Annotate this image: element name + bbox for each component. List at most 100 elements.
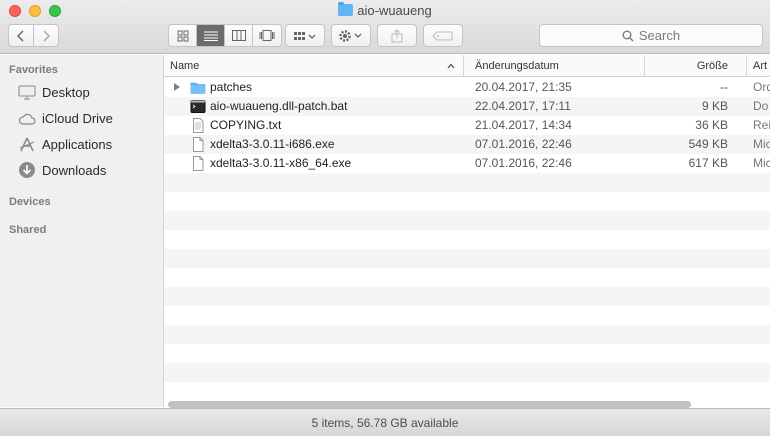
tag-icon (432, 31, 453, 40)
scrollbar-thumb[interactable] (168, 401, 691, 408)
empty-row (164, 192, 770, 211)
name-cell: xdelta3-3.0.11-i686.exe (164, 135, 464, 154)
file-kind: Do (753, 99, 769, 113)
file-list: Name Änderungsdatum Größe Art patches 20… (164, 55, 770, 407)
file-size: 9 KB (701, 99, 728, 113)
finder-window: aio-wuaueng Search Favorites Desktop iCl… (0, 0, 770, 436)
list-view-button[interactable] (197, 25, 225, 46)
file-name: xdelta3-3.0.11-x86_64.exe (210, 156, 352, 170)
file-kind: Rei (753, 118, 770, 132)
file-name: COPYING.txt (210, 118, 282, 132)
share-icon (391, 28, 403, 42)
empty-row (164, 287, 770, 306)
window-title: aio-wuaueng (0, 2, 770, 18)
tag-button[interactable] (423, 24, 463, 47)
sidebar-item-label: Applications (42, 136, 113, 152)
chevron-left-icon (17, 29, 24, 42)
name-cell: patches (164, 78, 464, 97)
column-header-date[interactable]: Änderungsdatum (469, 55, 645, 77)
empty-row (164, 382, 770, 401)
toolbar: aio-wuaueng Search (0, 0, 770, 54)
sidebar-item-downloads[interactable]: Downloads (17, 159, 106, 181)
empty-row (164, 363, 770, 382)
window-title-text: aio-wuaueng (357, 3, 432, 18)
empty-row (164, 268, 770, 287)
file-date: 07.01.2016, 22:46 (475, 137, 572, 151)
empty-row (164, 306, 770, 325)
file-kind: Ord (753, 80, 770, 94)
folder-icon (190, 82, 206, 94)
document-icon (193, 137, 204, 152)
file-rows: patches 20.04.2017, 21:35 -- Ord aio-wua… (164, 78, 770, 401)
file-row-xdelta-i686[interactable]: xdelta3-3.0.11-i686.exe 07.01.2016, 22:4… (164, 135, 770, 154)
gallery-view-button[interactable] (253, 25, 281, 46)
file-size: 549 KB (688, 137, 728, 151)
file-date: 22.04.2017, 17:11 (475, 99, 571, 113)
disclosure-triangle-icon[interactable] (174, 83, 180, 91)
empty-row (164, 249, 770, 268)
file-size: 617 KB (688, 156, 728, 170)
empty-row (164, 173, 770, 192)
column-header-label: Änderungsdatum (475, 60, 559, 72)
name-cell: xdelta3-3.0.11-x86_64.exe (164, 154, 464, 173)
search-field[interactable]: Search (539, 24, 763, 47)
forward-button[interactable] (33, 24, 59, 47)
sidebar-item-label: Desktop (42, 84, 90, 100)
grid-icon (177, 30, 188, 41)
sidebar-item-applications[interactable]: Applications (17, 133, 112, 155)
sidebar-item-icloud-drive[interactable]: iCloud Drive (17, 107, 113, 129)
gear-icon (339, 29, 362, 42)
file-name: xdelta3-3.0.11-i686.exe (210, 137, 335, 151)
list-icon (203, 31, 218, 41)
horizontal-scrollbar[interactable] (164, 400, 770, 408)
terminal-file-icon (190, 100, 206, 113)
search-placeholder: Search (638, 28, 681, 43)
sidebar-item-desktop[interactable]: Desktop (17, 81, 90, 103)
empty-row (164, 211, 770, 230)
column-header-size[interactable]: Größe (645, 55, 747, 77)
downloads-icon (17, 160, 37, 180)
file-row-xdelta-x86-64[interactable]: xdelta3-3.0.11-x86_64.exe 07.01.2016, 22… (164, 154, 770, 173)
list-header: Name Änderungsdatum Größe Art (164, 55, 770, 77)
file-row-bat[interactable]: aio-wuaueng.dll-patch.bat 22.04.2017, 17… (164, 97, 770, 116)
file-row-patches[interactable]: patches 20.04.2017, 21:35 -- Ord (164, 78, 770, 97)
back-button[interactable] (8, 24, 34, 47)
applications-icon (17, 134, 37, 154)
column-header-label: Größe (696, 60, 728, 72)
file-kind: Mic (753, 156, 770, 170)
document-icon (193, 156, 204, 171)
column-header-kind[interactable]: Art (747, 55, 770, 77)
name-cell: aio-wuaueng.dll-patch.bat (164, 97, 464, 116)
sidebar-section-shared: Shared (9, 224, 47, 236)
share-button[interactable] (377, 24, 417, 47)
text-file-icon (193, 118, 204, 133)
arrange-button[interactable] (285, 24, 325, 47)
file-date: 20.04.2017, 21:35 (475, 80, 572, 94)
sidebar-item-label: Downloads (42, 162, 107, 178)
column-header-name[interactable]: Name (164, 55, 464, 77)
cloud-icon (17, 108, 37, 128)
icon-view-button[interactable] (169, 25, 197, 46)
search-icon (622, 30, 634, 42)
file-date: 07.01.2016, 22:46 (475, 156, 572, 170)
sort-ascending-icon (447, 63, 455, 69)
action-button[interactable] (331, 24, 371, 47)
file-size: 36 KB (695, 118, 728, 132)
name-cell: COPYING.txt (164, 116, 464, 135)
sidebar-section-devices: Devices (9, 196, 51, 208)
column-header-label: Name (170, 60, 200, 72)
status-bar: 5 items, 56.78 GB available (0, 408, 770, 436)
chevron-right-icon (43, 29, 50, 42)
view-mode-control (168, 24, 282, 47)
file-row-copying[interactable]: COPYING.txt 21.04.2017, 14:34 36 KB Rei (164, 116, 770, 135)
column-view-button[interactable] (225, 25, 253, 46)
sidebar: Favorites Desktop iCloud Drive Applicati… (0, 55, 164, 407)
file-kind: Mic (753, 137, 770, 151)
empty-row (164, 325, 770, 344)
folder-icon (338, 2, 354, 16)
columns-icon (231, 30, 246, 41)
status-text: 5 items, 56.78 GB available (311, 416, 459, 430)
sidebar-section-favorites: Favorites (9, 64, 58, 76)
empty-row (164, 344, 770, 363)
arrange-grid-icon (294, 31, 316, 40)
